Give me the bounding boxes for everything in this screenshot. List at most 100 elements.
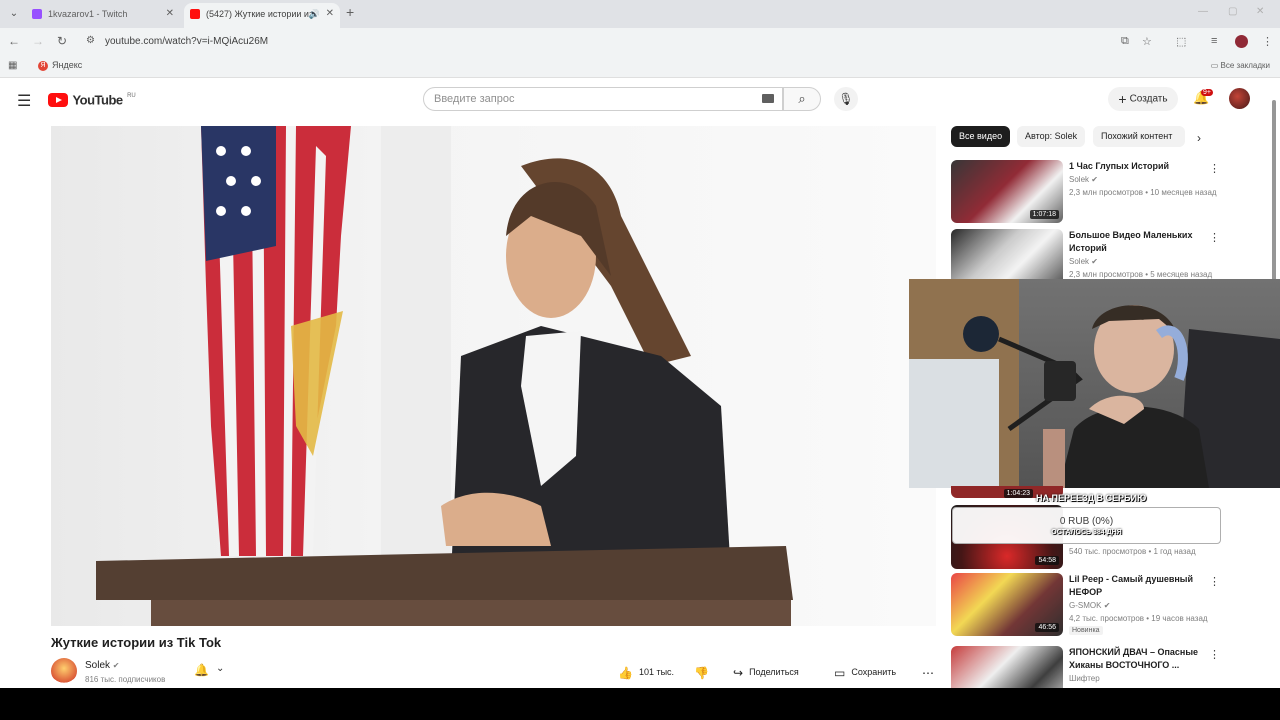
dislike-button[interactable]: 👎 [694,662,715,682]
browser-tabbar: ⌄ 1kvazarov1 - Twitch ✕ (5427) Жуткие ис… [0,0,1280,28]
video-duration: 1:04:23 [1003,489,1033,498]
like-button[interactable]: 👍 101 тыс. [618,662,674,682]
podium [96,546,793,626]
chevron-right-icon[interactable]: › [1197,131,1201,145]
chip-related[interactable]: Похожий контент [1093,126,1185,147]
address-bar[interactable]: ⚙ youtube.com/watch?v=i-MQiAcu26M [80,31,1180,53]
bookmarks-bar: ▦ Я Яндекс ▭ Все закладки [0,56,1280,78]
recommendation-title[interactable]: Большое Видео Маленьких Историй [1069,229,1214,255]
recommendation-meta: 4,2 тыс. просмотров • 19 часов назад [1069,614,1208,623]
donation-goal-bar: 0 RUB (0%) ОСТАЛОСЬ 384 ДНЯ [952,507,1221,544]
save-icon: ▭ [834,665,846,680]
recommendation-channel[interactable]: Шифтер [1069,674,1100,683]
video-thumbnail[interactable]: 46:56 [951,573,1063,636]
verified-icon: ✔ [1091,175,1098,184]
recommendation-title[interactable]: Lil Peep - Самый душевный НЕФОР [1069,573,1214,599]
video-duration: 1:07:18 [1029,210,1059,219]
save-button[interactable]: ▭ Сохранить [834,662,896,682]
more-icon[interactable]: ⋮ [1209,231,1220,244]
recommendation-channel[interactable]: G-SMOK ✔ [1069,601,1110,610]
account-avatar[interactable] [1229,88,1250,109]
channel-text: G-SMOK [1069,601,1102,610]
cast-icon[interactable]: ⧉ [1121,35,1129,48]
extensions-icon[interactable]: ⬚ [1176,35,1186,48]
webcam-image [909,279,1280,488]
video-duration: 46:56 [1035,623,1059,632]
tab-youtube[interactable]: (5427) Жуткие истории из 🔊 ✕ [184,3,340,28]
video-player[interactable] [51,126,936,626]
new-tab-button[interactable]: + [346,4,354,20]
mic-icon: 🎙 [838,92,854,106]
scrollbar-thumb[interactable] [1272,100,1276,290]
share-button[interactable]: ↪ Поделиться [733,662,799,682]
reload-icon[interactable]: ↻ [54,34,70,48]
bookmark-star-icon[interactable]: ☆ [1142,35,1152,48]
all-bookmarks[interactable]: ▭ Все закладки [1211,61,1270,70]
forward-icon[interactable]: → [30,34,46,48]
site-settings-icon[interactable]: ⚙ [86,35,95,46]
channel-name-text: Solek [85,660,111,671]
subscription-bell-icon[interactable]: 🔔 [194,663,209,677]
recommendation-item[interactable]: 46:56 Lil Peep - Самый душевный НЕФОР G-… [951,573,1241,637]
search-button[interactable]: ⌕ [783,87,821,111]
tab-close-icon[interactable]: ✕ [326,3,334,25]
video-thumbnail[interactable]: 1:07:18 [951,160,1063,223]
bookmark-label: Яндекс [52,60,83,70]
youtube-logo[interactable]: YouTube RU [48,91,136,107]
browser-profile-avatar[interactable] [1235,35,1248,48]
chip-all-videos[interactable]: Все видео [951,126,1011,147]
search-input[interactable]: Введите запрос [423,87,783,111]
more-icon[interactable]: ⋮ [1209,575,1220,588]
screen: ⌄ 1kvazarov1 - Twitch ✕ (5427) Жуткие ис… [0,0,1280,720]
more-icon[interactable]: ⋮ [1209,162,1220,175]
create-label: Создать [1129,93,1168,105]
verified-icon: ✔ [1103,601,1111,610]
more-actions-button[interactable]: ⋯ [922,662,940,682]
channel-avatar[interactable] [51,658,77,684]
like-icon: 👍 [618,665,633,680]
bookmark-yandex[interactable]: Я Яндекс [38,60,82,71]
channel-name[interactable]: Solek ✔ [85,660,120,671]
new-badge: Новинка [1069,626,1103,635]
share-label: Поделиться [749,667,799,677]
dislike-icon: 👎 [694,665,709,680]
voice-search-button[interactable]: 🎙 [834,87,858,111]
close-window-icon[interactable]: ✕ [1256,6,1264,17]
tab-close-icon[interactable]: ✕ [166,3,174,25]
url-text[interactable]: youtube.com/watch?v=i-MQiAcu26M [105,36,268,47]
channel-text: Solek [1069,175,1090,184]
recommendation-item[interactable]: 1:07:18 1 Час Глупых Историй Solek ✔ 2,3… [951,160,1241,224]
keyboard-icon[interactable] [762,94,774,103]
create-button[interactable]: + Создать [1108,87,1178,111]
maximize-icon[interactable]: ▢ [1228,6,1237,17]
tab-twitch[interactable]: 1kvazarov1 - Twitch ✕ [26,3,180,28]
chip-author[interactable]: Автор: Solek [1017,126,1086,147]
tab-title: 1kvazarov1 - Twitch [48,9,128,19]
recommendation-channel[interactable]: Solek ✔ [1069,175,1098,184]
plus-icon: + [1118,91,1127,107]
browser-toolbar: ← → ↻ ⚙ youtube.com/watch?v=i-MQiAcu26M … [0,28,1280,56]
tab-search-icon[interactable]: ⌄ [6,6,22,22]
menu-icon[interactable]: ☰ [17,91,31,111]
streamer-webcam-overlay [909,279,1280,488]
us-flag-icon [201,126,351,556]
recommendation-channel[interactable]: Solek ✔ [1069,257,1098,266]
more-icon[interactable]: ⋮ [1209,648,1220,661]
apps-grid-icon[interactable]: ▦ [8,60,17,71]
browser-menu-icon[interactable]: ⋮ [1262,35,1273,48]
media-icon[interactable]: ≡ [1211,35,1217,47]
all-bookmarks-label: Все закладки [1220,61,1270,70]
youtube-play-icon [48,92,68,107]
chevron-down-icon[interactable]: ⌄ [216,663,224,674]
video-duration: 54:58 [1035,556,1059,565]
minimize-icon[interactable]: — [1198,6,1208,17]
speaker-icon[interactable]: 🔊 [309,3,320,25]
recommendation-meta: 2,3 млн просмотров • 10 месяцев назад [1069,188,1217,197]
recommendation-title[interactable]: ЯПОНСКИЙ ДВАЧ – Опасные Хиканы ВОСТОЧНОГ… [1069,646,1214,672]
video-thumbnail[interactable] [951,646,1063,688]
donation-goal-title: НА ПЕРЕЕЗД В СЕРБИЮ [1036,493,1147,503]
recommendation-title[interactable]: 1 Час Глупых Историй [1069,160,1214,173]
video-frame-image [96,126,793,626]
back-icon[interactable]: ← [6,34,22,48]
recommendation-item[interactable]: ЯПОНСКИЙ ДВАЧ – Опасные Хиканы ВОСТОЧНОГ… [951,646,1241,688]
